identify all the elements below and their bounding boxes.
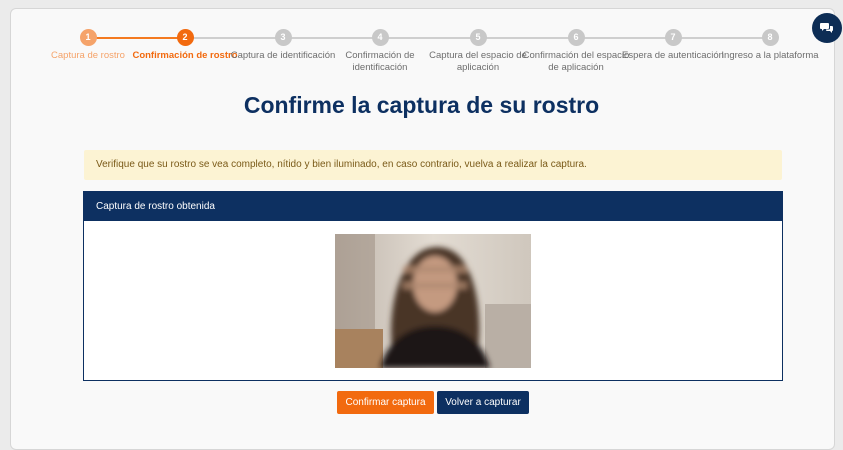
step-2: 2 Confirmación de rostro	[130, 29, 240, 62]
step-5: 5 Captura del espacio de aplicación	[423, 29, 533, 74]
step-6: 6 Confirmación del espacio de aplicación	[521, 29, 631, 74]
step-label: Captura del espacio de aplicación	[429, 50, 527, 73]
face-photo	[335, 234, 531, 368]
step-number: 4	[371, 29, 389, 46]
confirm-capture-button[interactable]: Confirmar captura	[337, 391, 434, 414]
step-1: 1 Captura de rostro	[33, 29, 143, 62]
step-number: 7	[664, 29, 682, 46]
face-capture-panel: Captura de rostro obtenida	[83, 191, 783, 381]
progress-stepper: 1 Captura de rostro 2 Confirmación de ro…	[0, 0, 843, 80]
chat-bubbles-icon	[820, 23, 833, 33]
step-number: 1	[79, 29, 97, 46]
step-7: 7 Espera de autenticación	[618, 29, 728, 62]
warning-alert: Verifique que su rostro se vea completo,…	[84, 150, 782, 180]
page-title: Confirme la captura de su rostro	[243, 92, 600, 118]
chat-button[interactable]	[812, 13, 842, 43]
panel-header: Captura de rostro obtenida	[84, 192, 782, 221]
step-4: 4 Confirmación de identificación	[325, 29, 435, 74]
step-3: 3 Captura de identificación	[228, 29, 338, 62]
face-photo-image	[335, 234, 531, 368]
step-number: 2	[176, 29, 194, 46]
step-label: Ingreso a la plataforma	[721, 50, 819, 61]
step-number: 3	[274, 29, 292, 46]
step-label: Espera de autenticación	[622, 50, 724, 61]
step-label: Captura de identificación	[230, 50, 336, 61]
step-label: Captura de rostro	[51, 50, 125, 61]
step-label: Confirmación de identificación	[345, 50, 415, 73]
retake-capture-button[interactable]: Volver a capturar	[437, 391, 529, 414]
step-label: Confirmación de rostro	[132, 50, 238, 61]
step-number: 8	[761, 29, 779, 46]
step-number: 5	[469, 29, 487, 46]
step-8: 8 Ingreso a la plataforma	[715, 29, 825, 62]
step-number: 6	[567, 29, 585, 46]
step-label: Confirmación del espacio de aplicación	[522, 50, 630, 73]
